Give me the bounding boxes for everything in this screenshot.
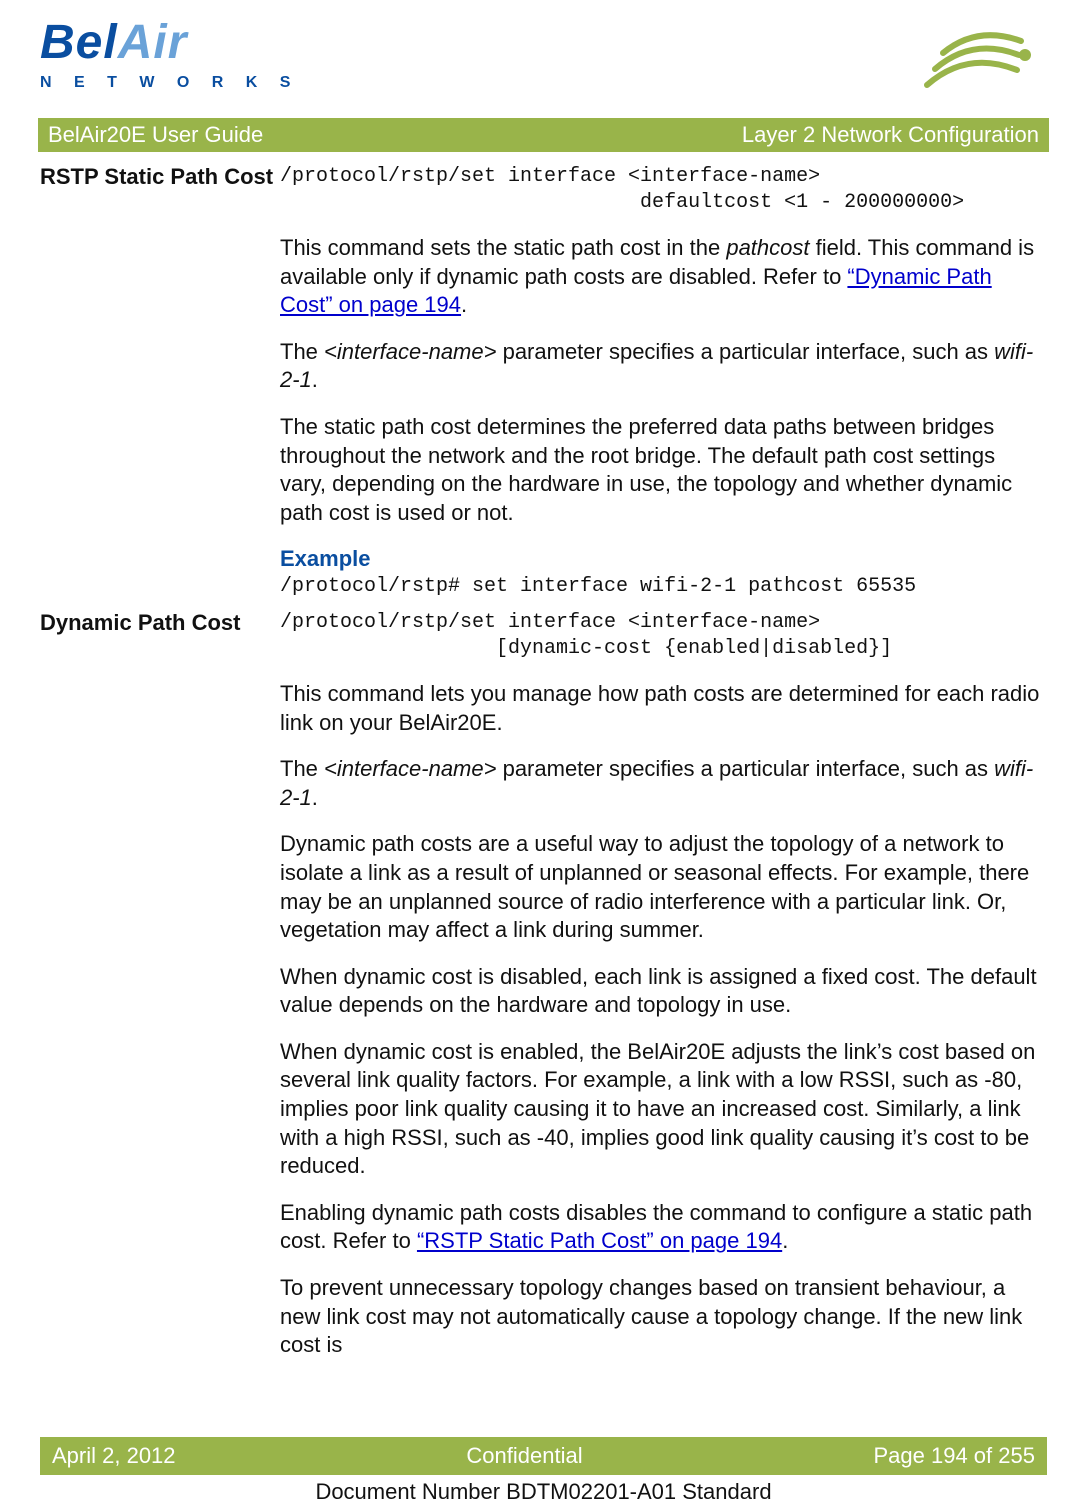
footer-page: Page 194 of 255: [874, 1443, 1035, 1469]
command-syntax: /protocol/rstp/set interface <interface-…: [280, 610, 1047, 662]
param-interface-name: <interface-name>: [324, 339, 496, 364]
paragraph: The <interface-name> parameter specifies…: [280, 338, 1047, 395]
section-heading-dynamic: Dynamic Path Cost: [40, 610, 280, 636]
param-interface-name: <interface-name>: [324, 756, 496, 781]
paragraph: The <interface-name> parameter specifies…: [280, 755, 1047, 812]
paragraph: To prevent unnecessary topology changes …: [280, 1274, 1047, 1360]
page-header: BelAir N E T W O R K S: [40, 0, 1047, 118]
brand-logo: BelAir N E T W O R K S: [40, 15, 299, 92]
paragraph: The static path cost determines the pref…: [280, 413, 1047, 527]
paragraph: When dynamic cost is enabled, the BelAir…: [280, 1038, 1047, 1181]
link-rstp-static-path-cost[interactable]: “RSTP Static Path Cost” on page 194: [417, 1228, 782, 1253]
paragraph: This command lets you manage how path co…: [280, 680, 1047, 737]
guide-title: BelAir20E User Guide: [48, 122, 263, 148]
paragraph: Enabling dynamic path costs disables the…: [280, 1199, 1047, 1256]
footer-date: April 2, 2012: [52, 1443, 176, 1469]
paragraph: Dynamic path costs are a useful way to a…: [280, 830, 1047, 944]
decorative-waves-icon: [907, 15, 1047, 110]
term-pathcost: pathcost: [726, 235, 809, 260]
paragraph: This command sets the static path cost i…: [280, 234, 1047, 320]
command-syntax: /protocol/rstp/set interface <interface-…: [280, 164, 1047, 216]
example-heading: Example: [280, 545, 1047, 574]
paragraph: When dynamic cost is disabled, each link…: [280, 963, 1047, 1020]
title-bar: BelAir20E User Guide Layer 2 Network Con…: [38, 118, 1049, 152]
logo-subtext: N E T W O R K S: [40, 74, 299, 92]
footer-bar: April 2, 2012 Confidential Page 194 of 2…: [40, 1437, 1047, 1475]
footer-confidential: Confidential: [466, 1443, 582, 1469]
section-heading-rstp: RSTP Static Path Cost: [40, 164, 280, 190]
logo-text-bel: Bel: [40, 15, 118, 70]
example-command: /protocol/rstp# set interface wifi-2-1 p…: [280, 574, 1047, 600]
logo-text-air: Air: [118, 15, 188, 70]
chapter-title: Layer 2 Network Configuration: [742, 122, 1039, 148]
document-number: Document Number BDTM02201-A01 Standard: [0, 1479, 1087, 1505]
